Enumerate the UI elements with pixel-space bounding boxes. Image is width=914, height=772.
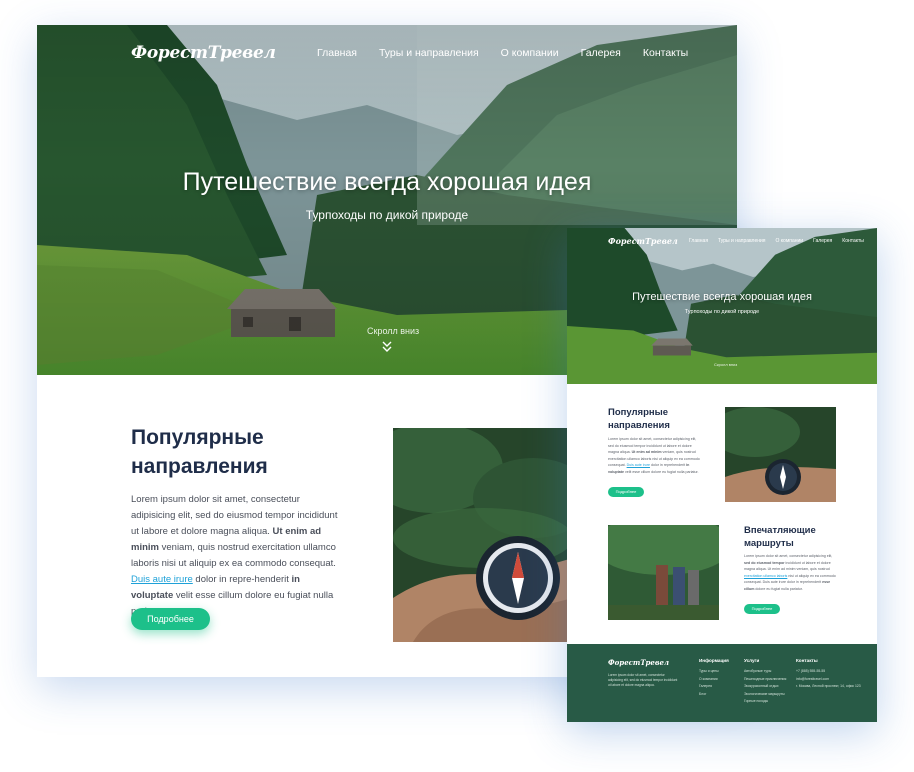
footer-link[interactable]: Пешеходные приключения xyxy=(744,676,786,684)
compass-image xyxy=(393,428,573,642)
nav-item-about[interactable]: О компании xyxy=(776,238,804,244)
hero-title: Путешествие всегда хорошая идея xyxy=(632,291,812,303)
footer-link[interactable]: Экологические маршруты xyxy=(744,691,786,699)
tablet-mockup: ФорестТревел Главная Туры и направления … xyxy=(567,228,877,722)
footer-link[interactable]: Горные походы xyxy=(744,698,786,706)
nav-item-home[interactable]: Главная xyxy=(689,238,708,244)
nav-item-gallery[interactable]: Галерея xyxy=(581,47,621,59)
inline-link[interactable]: exercitation ullamco laboris xyxy=(744,574,787,578)
footer-column-title: Контакты xyxy=(796,658,818,663)
site-logo[interactable]: ФорестТревел xyxy=(131,43,276,63)
text-fragment: dolor in reprehenderit xyxy=(649,463,687,468)
text-bold: Ut enim ad minim xyxy=(631,450,662,455)
section-title: Популярные направления xyxy=(608,407,670,431)
footer-column-title: Информация xyxy=(699,658,729,663)
site-footer: ФорестТревел Lorem ipsum dolor sit amet,… xyxy=(567,644,877,722)
footer-column-contacts: Контакты +7 (885) 555-55-55 info@forestt… xyxy=(796,658,866,691)
text-fragment: dolore eu fugiat nulla pariatur. xyxy=(754,586,803,591)
compass-image xyxy=(725,407,836,502)
footer-logo[interactable]: ФорестТревел xyxy=(608,658,669,667)
scroll-down-label[interactable]: Скролл вниз xyxy=(714,362,737,367)
nav-item-contacts[interactable]: Контакты xyxy=(842,238,864,244)
footer-link[interactable]: Автобусные туры xyxy=(744,668,786,676)
hero-subtitle: Турпоходы по дикой природе xyxy=(684,309,760,315)
hikers-photo xyxy=(608,525,719,620)
forest-landscape-image xyxy=(567,228,877,384)
hero-title: Путешествие всегда хорошая идея xyxy=(182,168,592,196)
scroll-down-label[interactable]: Скролл вниз xyxy=(367,326,419,336)
footer-link[interactable]: Галерея xyxy=(699,683,729,691)
nav-item-about[interactable]: О компании xyxy=(501,47,559,59)
section-title: Популярные направления xyxy=(131,426,268,478)
footer-link[interactable]: Экскурсионный отдых xyxy=(744,683,786,691)
main-nav: Главная Туры и направления О компании Га… xyxy=(689,238,874,244)
footer-column-title: Услуги xyxy=(744,658,760,663)
compass-photo xyxy=(725,407,836,502)
nav-item-home[interactable]: Главная xyxy=(317,47,357,59)
inline-link[interactable]: Duis aute irure xyxy=(131,574,193,585)
footer-link[interactable]: О компании xyxy=(699,676,729,684)
main-nav: Главная Туры и направления О компании Га… xyxy=(317,47,710,59)
footer-about: Lorem ipsum dolor sit amet, consectetur … xyxy=(608,673,678,687)
footer-email[interactable]: info@foresttravel.com xyxy=(796,676,866,684)
inline-link[interactable]: Duis aute irure xyxy=(627,463,650,467)
footer-address: г. Москва, Лесной проспект, 14, офис 123 xyxy=(796,684,861,688)
section-title: Впечатляющие маршруты xyxy=(744,525,816,549)
nav-item-gallery[interactable]: Галерея xyxy=(813,238,832,244)
compass-photo xyxy=(393,428,573,642)
nav-item-contacts[interactable]: Контакты xyxy=(643,47,688,59)
footer-link[interactable]: Блог xyxy=(699,691,729,699)
more-button[interactable]: Подробнее xyxy=(131,608,210,630)
footer-column-info: Информация Туры и цены О компании Галере… xyxy=(699,658,729,698)
more-button[interactable]: Подробнее xyxy=(744,604,780,614)
section-text: Lorem ipsum dolor sit amet, consectetur … xyxy=(131,492,341,620)
footer-column-services: Услуги Автобусные туры Пешеходные приклю… xyxy=(744,658,786,706)
text-bold: sed do eiusmod tempor xyxy=(744,560,785,565)
text-fragment: dolor in repre-henderit xyxy=(192,574,292,585)
section-text: Lorem ipsum dolor sit amet, consectetur … xyxy=(608,436,700,476)
nav-item-tours[interactable]: Туры и направления xyxy=(718,238,765,244)
more-button[interactable]: Подробнее xyxy=(608,487,644,497)
footer-phone[interactable]: +7 (885) 555-55-55 xyxy=(796,668,866,676)
hero-banner-small: ФорестТревел Главная Туры и направления … xyxy=(567,228,877,384)
text-fragment: velit esse cillum dolore eu fugiat nulla… xyxy=(623,469,699,474)
text-fragment: veniam, quis nostrud exercitation ullamc… xyxy=(131,542,336,569)
section-text: Lorem ipsum dolor sit amet, consectetur … xyxy=(744,553,836,593)
nav-item-tours[interactable]: Туры и направления xyxy=(379,47,479,59)
text-fragment: Lorem ipsum dolor sit amet, consectetur … xyxy=(744,554,833,558)
double-chevron-down-icon[interactable] xyxy=(382,341,392,352)
site-logo[interactable]: ФорестТревел xyxy=(608,236,678,246)
hikers-image xyxy=(608,525,719,620)
footer-link[interactable]: Туры и цены xyxy=(699,668,729,676)
hero-subtitle: Турпоходы по дикой природе xyxy=(305,208,469,222)
